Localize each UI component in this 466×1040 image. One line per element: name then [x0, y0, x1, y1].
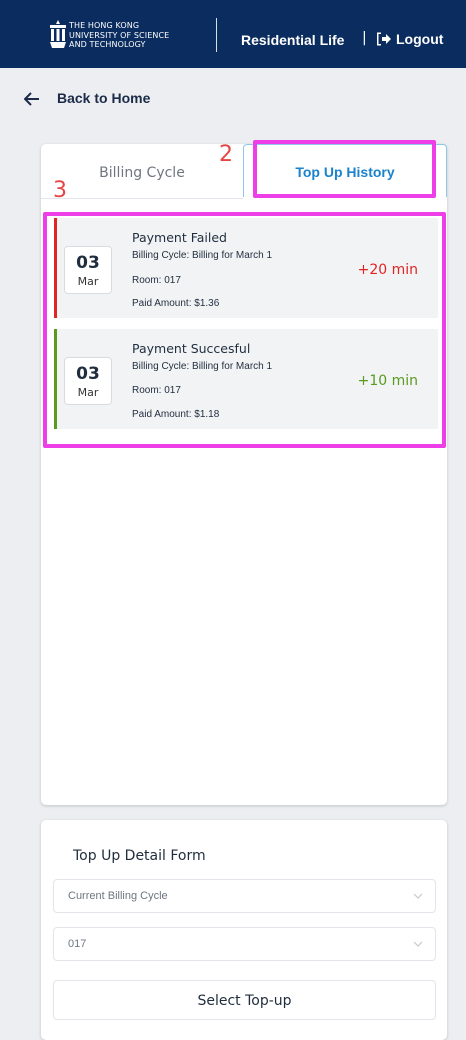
- highlight-box-tab: [253, 140, 436, 198]
- logout-icon: [377, 32, 391, 46]
- annotation-number-2: 2: [219, 142, 233, 167]
- logo-line-3: AND TECHNOLOGY: [69, 40, 146, 49]
- logo-line-1: THE HONG KONG: [69, 21, 140, 30]
- tab-billing-cycle[interactable]: Billing Cycle: [41, 144, 243, 199]
- select-top-up-label: Select Top-up: [197, 993, 292, 1009]
- billing-cycle-select[interactable]: Current Billing Cycle: [53, 879, 436, 913]
- top-up-form-card: Top Up Detail Form Current Billing Cycle…: [41, 820, 447, 1040]
- logo-line-2: UNIVERSITY OF SCIENCE: [69, 30, 170, 40]
- header-separator: |: [362, 30, 367, 46]
- page-title: Residential Life: [241, 32, 345, 48]
- tab-underline: [41, 198, 243, 199]
- back-to-home-label: Back to Home: [57, 90, 151, 106]
- university-logo[interactable]: THE HONG KONG UNIVERSITY OF SCIENCE AND …: [47, 19, 227, 55]
- university-name: THE HONG KONG UNIVERSITY OF SCIENCE AND …: [69, 21, 219, 50]
- app-header: THE HONG KONG UNIVERSITY OF SCIENCE AND …: [0, 0, 466, 68]
- header-divider: [216, 18, 217, 52]
- room-select[interactable]: 017: [53, 927, 436, 961]
- highlight-box-list: [43, 212, 446, 448]
- university-crest-icon: [50, 20, 66, 48]
- billing-cycle-select-value: Current Billing Cycle: [68, 890, 168, 902]
- logout-label: Logout: [396, 31, 444, 47]
- arrow-left-icon: [24, 92, 39, 106]
- chevron-down-icon: [413, 893, 423, 899]
- chevron-down-icon: [413, 941, 423, 947]
- room-select-value: 017: [68, 938, 87, 950]
- annotation-number-3: 3: [53, 178, 67, 203]
- form-title: Top Up Detail Form: [73, 848, 206, 864]
- select-top-up-button[interactable]: Select Top-up: [53, 980, 436, 1020]
